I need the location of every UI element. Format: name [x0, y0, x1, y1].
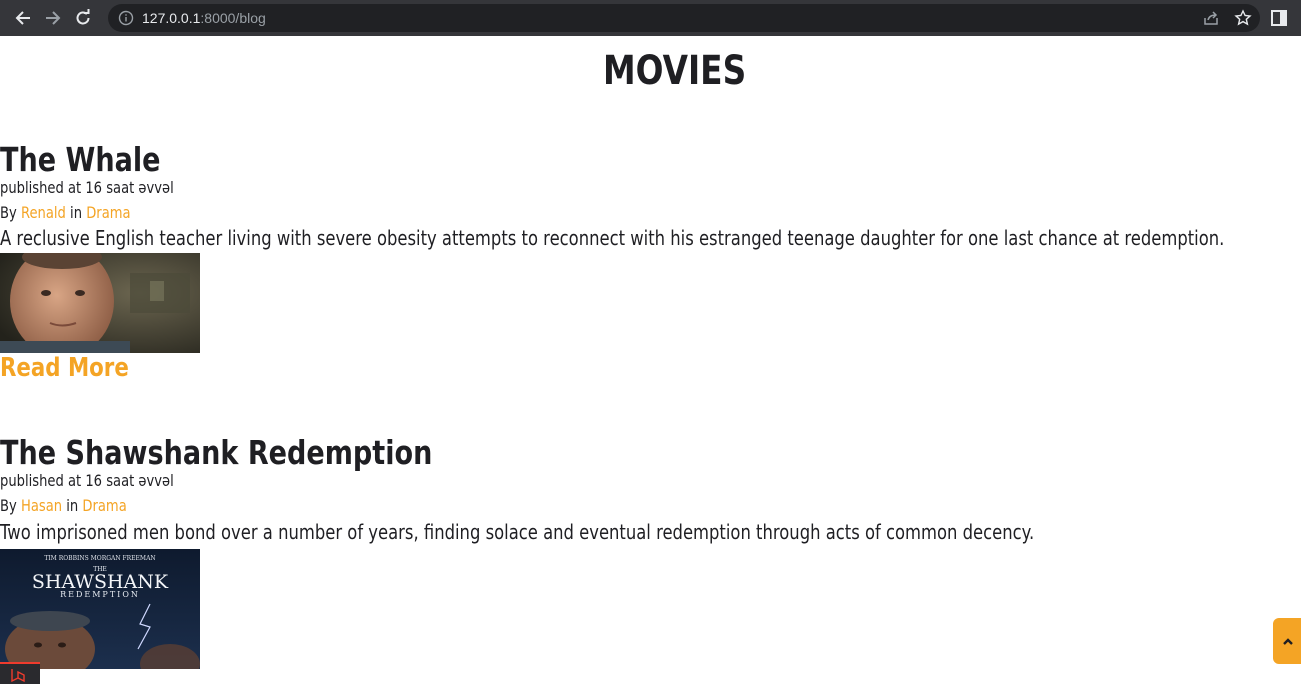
debugbar-toggle[interactable]: [0, 662, 40, 684]
browser-toolbar: 127.0.0.1:8000/blog: [0, 0, 1301, 36]
arrow-right-icon: [46, 11, 61, 25]
url-host: 127.0.0.1: [142, 10, 201, 26]
category-link[interactable]: Drama: [86, 203, 130, 222]
arrow-left-icon: [15, 11, 30, 25]
url-text: 127.0.0.1:8000/blog: [142, 10, 266, 26]
post-description: A reclusive English teacher living with …: [0, 225, 1225, 250]
share-icon[interactable]: [1202, 9, 1220, 27]
post-thumbnail[interactable]: [0, 252, 200, 353]
post-published-date: published at 16 saat əvvəl: [0, 177, 174, 197]
poster-credits: TIM ROBBINS MORGAN FREEMAN: [44, 555, 155, 562]
post-thumbnail[interactable]: TIM ROBBINS MORGAN FREEMAN THE SHAWSHANK…: [0, 548, 200, 669]
read-more-link[interactable]: Read More: [0, 353, 1224, 384]
blog-page: MOVIES The Whale published at 16 saat əv…: [0, 36, 1301, 684]
post-card: The Shawshank Redemption published at 16…: [0, 433, 1261, 669]
star-icon[interactable]: [1234, 9, 1252, 27]
author-link[interactable]: Renald: [21, 203, 66, 222]
post-card: The Whale published at 16 saat əvvəl By …: [0, 140, 1301, 384]
reload-button[interactable]: [70, 5, 96, 31]
post-published-date: published at 16 saat əvvəl: [0, 470, 174, 490]
scroll-to-top-button[interactable]: [1273, 618, 1301, 664]
info-icon: [118, 10, 134, 26]
reload-icon: [76, 9, 90, 25]
poster-subtitle: REDEMPTION: [60, 590, 140, 599]
post-description: Two imprisoned men bond over a number of…: [0, 519, 1035, 544]
in-label: in: [70, 202, 83, 222]
movie-poster-image: TIM ROBBINS MORGAN FREEMAN THE SHAWSHANK…: [0, 548, 200, 669]
post-byline: By Hasan in Drama: [0, 496, 1034, 515]
in-label: in: [66, 495, 79, 515]
side-panel-icon[interactable]: [1270, 9, 1288, 27]
post-title[interactable]: The Shawshank Redemption: [0, 433, 1034, 473]
page-title: MOVIES: [602, 48, 747, 94]
post-title[interactable]: The Whale: [0, 140, 1224, 180]
url-path: :8000/blog: [200, 10, 266, 26]
laravel-icon: [11, 669, 25, 683]
by-label: By: [0, 202, 17, 222]
address-bar[interactable]: 127.0.0.1:8000/blog: [108, 4, 1260, 32]
category-link[interactable]: Drama: [82, 496, 126, 515]
movie-still-image: [0, 252, 200, 353]
author-link[interactable]: Hasan: [21, 496, 62, 515]
post-byline: By Renald in Drama: [0, 203, 1224, 222]
back-button[interactable]: [10, 5, 36, 31]
chevron-up-icon: [1283, 638, 1293, 645]
forward-button[interactable]: [40, 5, 66, 31]
by-label: By: [0, 495, 17, 515]
